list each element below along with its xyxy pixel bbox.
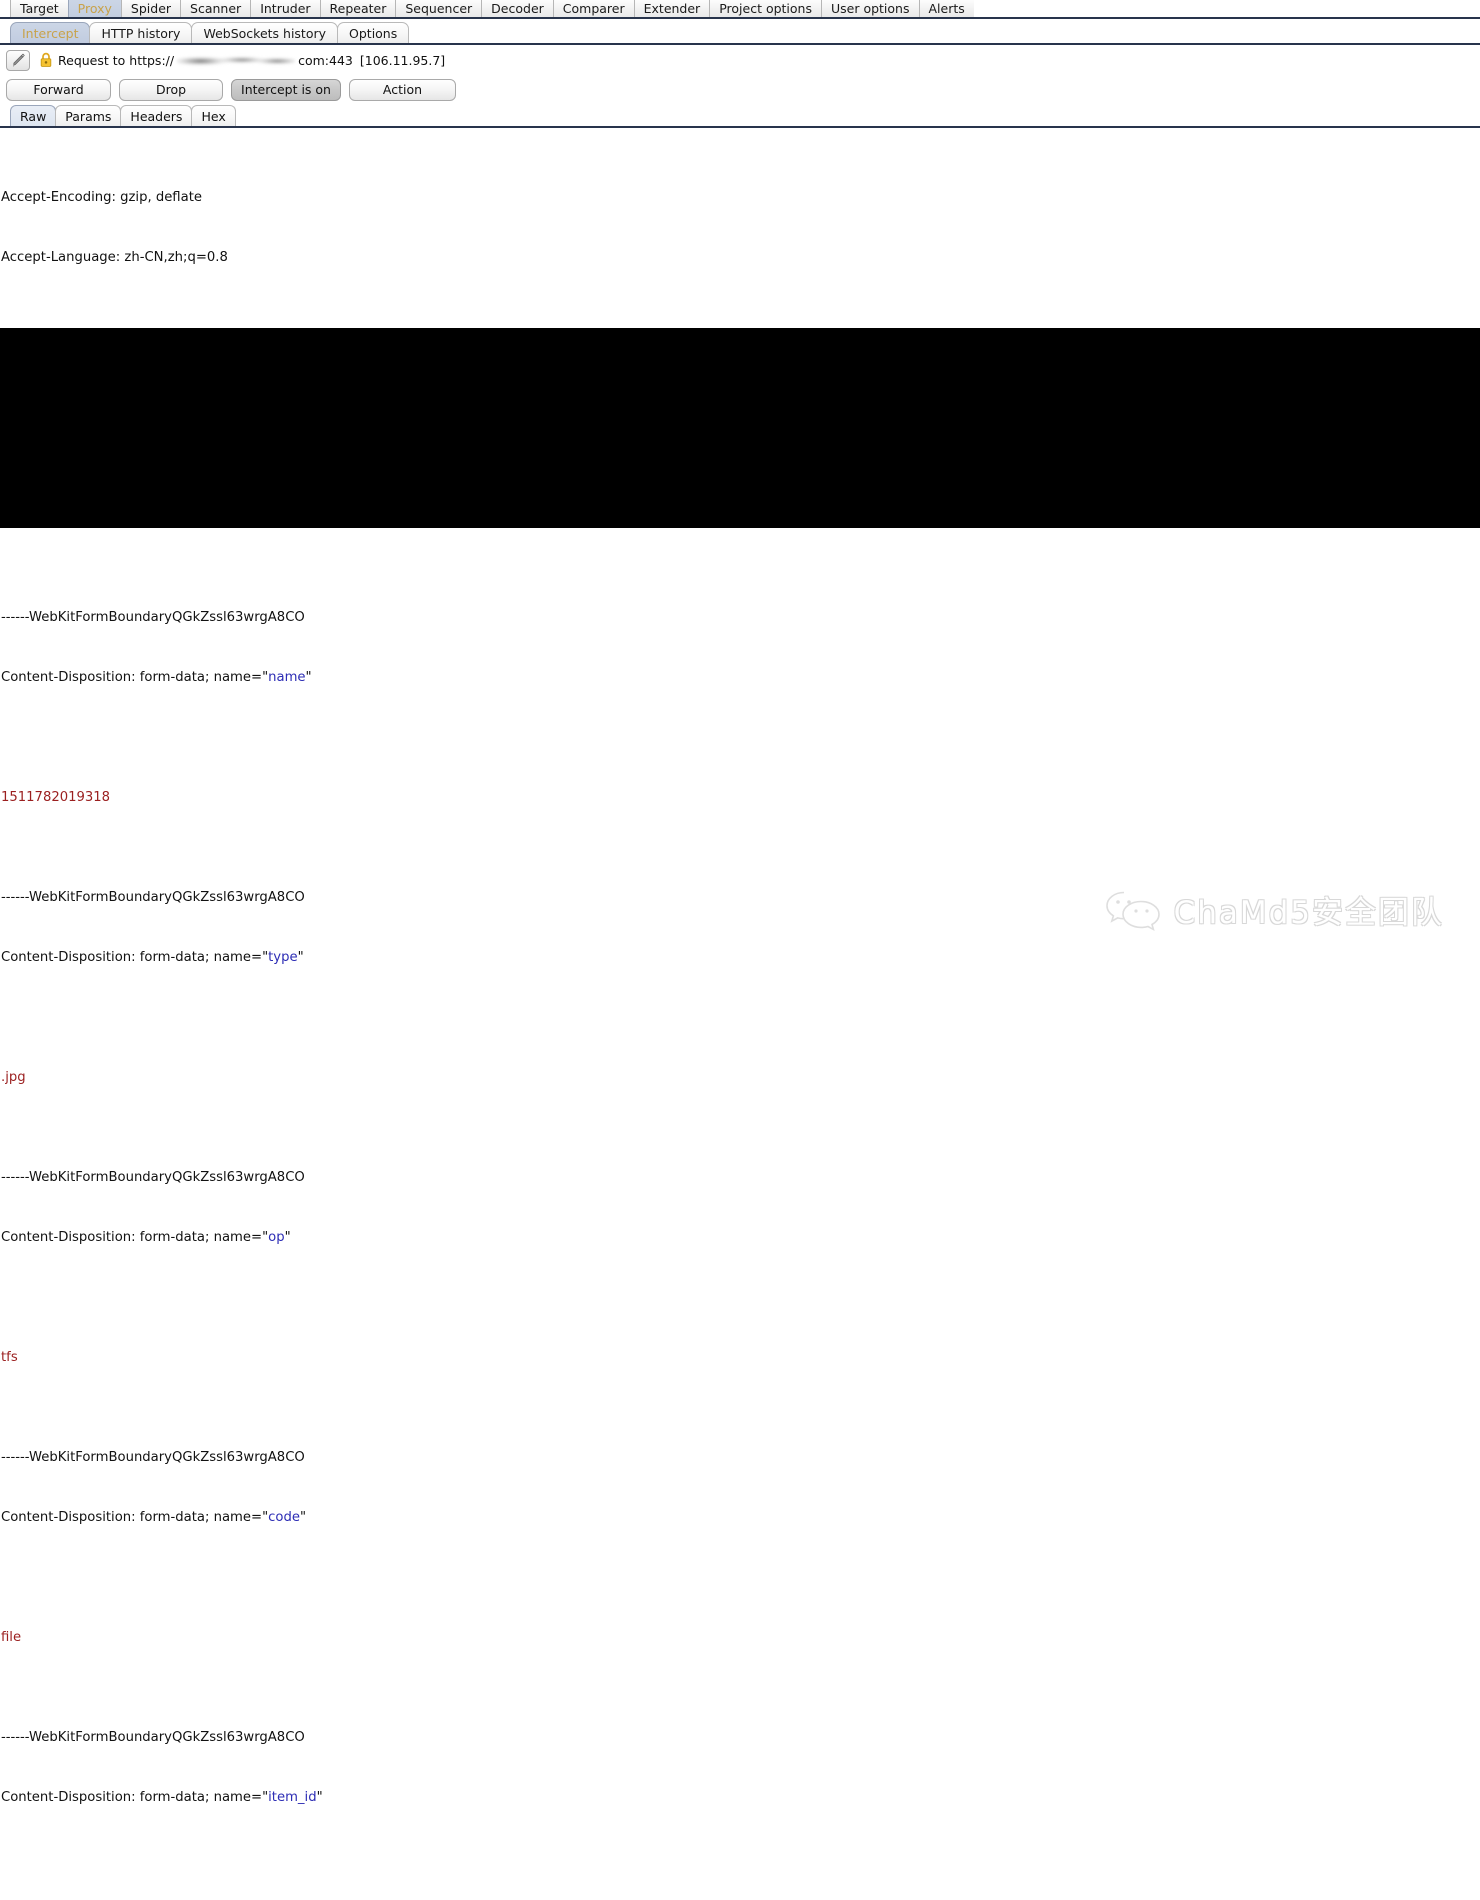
quote-close: ": [284, 1230, 291, 1245]
redacted-body-block: [0, 328, 1480, 528]
part-field-name: op: [268, 1230, 285, 1245]
request-ip: [106.11.95.7]: [359, 52, 446, 68]
content-disposition-line: Content-Disposition: form-data; name= "it…: [1, 1788, 1480, 1808]
part-field-name: type: [268, 950, 298, 965]
quote-close: ": [316, 1790, 323, 1805]
content-disposition-line: Content-Disposition: form-data; name= "op…: [1, 1228, 1480, 1248]
request-info-row: Request to https:// com:443 [106.11.95.7…: [0, 45, 1480, 75]
message-tab-params[interactable]: Params: [55, 105, 122, 126]
forward-button[interactable]: Forward: [6, 79, 111, 101]
part-field-name: item_id: [268, 1790, 317, 1805]
main-tab-target[interactable]: Target: [10, 0, 69, 17]
multipart-boundary-line: ------WebKitFormBoundaryQGkZssl63wrgA8CO: [1, 1730, 305, 1745]
pencil-icon: [12, 53, 25, 66]
main-tab-bar-filler: [973, 0, 1480, 17]
multipart-boundary-line: ------WebKitFormBoundaryQGkZssl63wrgA8CO: [1, 890, 305, 905]
request-suffix: com:443: [298, 52, 353, 68]
main-tab-alerts[interactable]: Alerts: [918, 0, 975, 17]
part-field-value: 1511782019318: [1, 790, 111, 805]
sub-tab-websockets-history[interactable]: WebSockets history: [191, 22, 339, 43]
disposition-prefix: Content-Disposition: form-data; name=: [1, 1790, 263, 1805]
sub-tab-intercept[interactable]: Intercept: [10, 22, 91, 43]
disposition-prefix: Content-Disposition: form-data; name=: [1, 670, 263, 685]
raw-request-editor[interactable]: Accept-Encoding: gzip, deflate Accept-La…: [0, 128, 1480, 1900]
content-disposition-line: Content-Disposition: form-data; name= "na…: [1, 668, 1480, 688]
content-disposition-line: Content-Disposition: form-data; name= "ty…: [1, 948, 1480, 968]
drop-button[interactable]: Drop: [119, 79, 223, 101]
main-tab-repeater[interactable]: Repeater: [319, 0, 397, 17]
main-tab-proxy[interactable]: Proxy: [67, 0, 122, 17]
multipart-boundary-line: ------WebKitFormBoundaryQGkZssl63wrgA8CO: [1, 1170, 305, 1185]
part-field-value: file: [1, 1630, 22, 1645]
edit-request-button[interactable]: [6, 49, 30, 71]
multipart-boundary-line: ------WebKitFormBoundaryQGkZssl63wrgA8CO: [1, 610, 305, 625]
sub-tab-options[interactable]: Options: [337, 22, 410, 43]
main-tab-extender[interactable]: Extender: [633, 0, 711, 17]
main-tab-spider[interactable]: Spider: [120, 0, 182, 17]
message-tab-raw[interactable]: Raw: [10, 105, 57, 126]
header-line: Accept-Language: zh-CN,zh;q=0.8: [1, 250, 228, 265]
part-field-name: name: [268, 670, 306, 685]
main-tab-bar: Target Proxy Spider Scanner Intruder Rep…: [0, 0, 1480, 19]
redacted-host: [177, 54, 296, 66]
disposition-prefix: Content-Disposition: form-data; name=: [1, 1230, 263, 1245]
main-tab-intruder[interactable]: Intruder: [250, 0, 321, 17]
sub-tab-http-history[interactable]: HTTP history: [89, 22, 193, 43]
intercept-toggle-button[interactable]: Intercept is on: [231, 79, 341, 101]
header-line: Accept-Encoding: gzip, deflate: [1, 190, 202, 205]
padlock-icon: [39, 52, 53, 68]
quote-close: ": [297, 950, 304, 965]
part-field-value: .jpg: [1, 1070, 26, 1085]
action-button[interactable]: Action: [349, 79, 456, 101]
part-field-name: code: [268, 1510, 300, 1525]
message-view-tab-bar: Raw Params Headers Hex: [0, 105, 1480, 128]
main-tab-sequencer[interactable]: Sequencer: [395, 0, 483, 17]
main-tab-comparer[interactable]: Comparer: [552, 0, 635, 17]
multipart-boundary-line: ------WebKitFormBoundaryQGkZssl63wrgA8CO: [1, 1450, 305, 1465]
main-tab-scanner[interactable]: Scanner: [180, 0, 252, 17]
main-tab-project-options[interactable]: Project options: [709, 0, 822, 17]
message-tab-headers[interactable]: Headers: [120, 105, 193, 126]
quote-close: ": [299, 1510, 307, 1525]
quote-close: ": [305, 670, 312, 685]
main-tab-decoder[interactable]: Decoder: [481, 0, 554, 17]
disposition-prefix: Content-Disposition: form-data; name=: [1, 950, 263, 965]
message-tab-hex[interactable]: Hex: [191, 105, 236, 126]
intercept-action-buttons: Forward Drop Intercept is on Action: [0, 75, 1480, 105]
content-disposition-line: Content-Disposition: form-data; name= "co…: [1, 1508, 1480, 1528]
disposition-prefix: Content-Disposition: form-data; name=: [1, 1510, 263, 1525]
main-tab-user-options[interactable]: User options: [820, 0, 920, 17]
request-target-text: Request to https:// com:443 [106.11.95.7…: [58, 53, 445, 68]
proxy-sub-tab-bar: Intercept HTTP history WebSockets histor…: [0, 19, 1480, 45]
request-prefix: Request to https://: [58, 52, 175, 68]
part-field-value: tfs: [1, 1350, 18, 1365]
